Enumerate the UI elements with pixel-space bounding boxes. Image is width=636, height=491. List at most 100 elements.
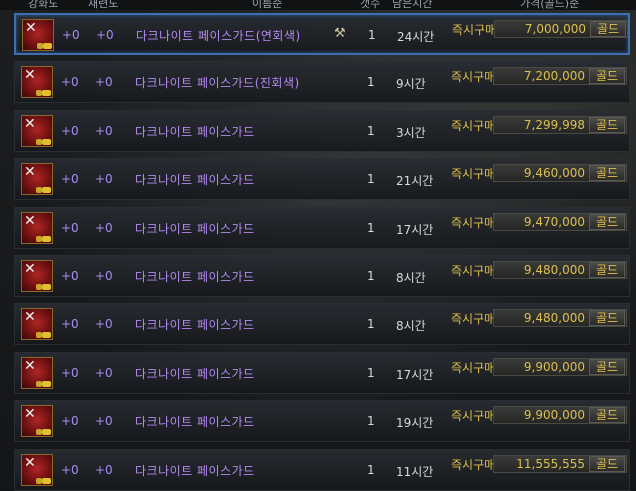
refine-level: +0 [95, 317, 113, 332]
item-price: 7,200,000 [523, 69, 585, 84]
item-quantity: 1 [367, 123, 375, 138]
instant-buy-button[interactable]: 즉시구매 [451, 262, 495, 279]
helmet-icon[interactable]: ✕ [21, 405, 53, 438]
gold-unit-label: 골드 [589, 213, 625, 230]
gold-unit-label: 골드 [589, 262, 625, 278]
helmet-icon[interactable]: ✕ [21, 114, 53, 147]
remaining-time: 11시간 [396, 464, 434, 479]
helmet-icon[interactable]: ✕ [21, 260, 53, 292]
item-price: 9,470,000 [523, 214, 585, 229]
refine-level: +0 [95, 269, 113, 283]
gem-icon [42, 90, 51, 97]
listing-row[interactable]: ✕ +0 +0 다크나이트 페이스가드 1 11시간 즉시구매 11,555,5… [14, 448, 630, 491]
gem-icon [42, 429, 51, 436]
instant-buy-button[interactable]: 즉시구매 [451, 214, 495, 231]
remaining-time: 9시간 [396, 77, 426, 92]
instant-buy-button[interactable]: 즉시구매 [451, 68, 495, 85]
item-name: 다크나이트 페이스가드 [135, 318, 255, 333]
item-name: 다크나이트 페이스가드(연회색) [136, 29, 301, 43]
item-quantity: 1 [367, 317, 375, 332]
refine-level: +0 [95, 75, 113, 90]
header-qty[interactable]: 갯수 [360, 0, 390, 9]
item-name: 다크나이트 페이스가드 [135, 124, 255, 139]
item-name: 다크나이트 페이스가드(진회색) [135, 76, 300, 91]
header-price[interactable]: 가격(골드)순 [520, 0, 620, 9]
cross-icon: ✕ [24, 454, 36, 471]
listing-row[interactable]: ✕ +0 +0 다크나이트 페이스가드 1 21시간 즉시구매 9,460,00… [14, 158, 630, 201]
listing-row[interactable]: ✕ +0 +0 다크나이트 페이스가드 1 17시간 즉시구매 9,900,00… [14, 351, 630, 394]
refine-level: +0 [96, 28, 114, 42]
cross-icon: ✕ [24, 261, 36, 277]
item-name: 다크나이트 페이스가드 [135, 270, 255, 284]
refine-level: +0 [95, 220, 113, 235]
listing-row[interactable]: ✕ +0 +0 다크나이트 페이스가드 1 8시간 즉시구매 9,480,000… [14, 303, 630, 346]
item-price: 9,460,000 [523, 166, 585, 181]
item-quantity: 1 [367, 365, 375, 380]
item-quantity: 1 [367, 172, 375, 187]
instant-buy-button[interactable]: 즉시구매 [451, 456, 495, 473]
instant-buy-button[interactable]: 즉시구매 [451, 407, 495, 424]
item-name: 다크나이트 페이스가드 [135, 221, 255, 236]
listing-row[interactable]: ✕ +0 +0 다크나이트 페이스가드 1 8시간 즉시구매 9,480,000… [14, 255, 630, 297]
item-price: 9,480,000 [523, 311, 585, 326]
helmet-icon[interactable]: ✕ [21, 453, 53, 486]
wrench-icon: ⚒ [334, 26, 346, 41]
upgrade-level: +0 [61, 414, 79, 429]
instant-buy-button[interactable]: 즉시구매 [452, 21, 496, 38]
helmet-icon[interactable]: ✕ [21, 163, 53, 196]
remaining-time: 3시간 [396, 125, 426, 140]
helmet-icon[interactable]: ✕ [21, 211, 53, 244]
gem-icon [42, 187, 51, 194]
instant-buy-button[interactable]: 즉시구매 [451, 310, 495, 327]
listing-row[interactable]: ✕ +0 +0 다크나이트 페이스가드 1 19시간 즉시구매 9,900,00… [14, 400, 630, 443]
helmet-icon[interactable]: ✕ [21, 308, 53, 341]
upgrade-level: +0 [61, 75, 79, 90]
gem-icon [42, 284, 51, 290]
item-quantity: 1 [367, 75, 375, 90]
cross-icon: ✕ [24, 67, 36, 84]
remaining-time: 21시간 [396, 174, 434, 189]
gold-unit-label: 골드 [589, 310, 625, 327]
instant-buy-button[interactable]: 즉시구매 [451, 359, 495, 376]
gem-icon [42, 380, 51, 387]
instant-buy-button[interactable]: 즉시구매 [451, 165, 495, 182]
item-price: 9,900,000 [523, 359, 585, 374]
cross-icon: ✕ [24, 164, 36, 181]
header-refine[interactable]: 재련도 [88, 0, 128, 9]
gold-unit-label: 골드 [589, 407, 625, 424]
header-upgrade[interactable]: 강화도 [28, 0, 72, 9]
remaining-time: 24시간 [397, 30, 435, 44]
listing-row[interactable]: ✕ +0 +0 다크나이트 페이스가드 1 3시간 즉시구매 7,299,998… [14, 109, 630, 152]
gold-unit-label: 골드 [589, 358, 625, 375]
upgrade-level: +0 [61, 462, 79, 477]
refine-level: +0 [95, 172, 113, 187]
gem-icon [42, 477, 51, 484]
helmet-icon[interactable]: ✕ [21, 66, 53, 99]
item-price: 7,000,000 [524, 22, 586, 36]
gem-icon [42, 138, 51, 145]
column-header: 강화도 재련도 이름순 갯수 남은시간 가격(골드)순 [0, 0, 636, 10]
gold-unit-label: 골드 [589, 455, 625, 472]
helmet-icon[interactable]: ✕ [21, 356, 53, 389]
listing-row[interactable]: ✕ +0 +0 다크나이트 페이스가드(연회색) ⚒ 1 24시간 즉시구매 7… [14, 13, 630, 55]
listing-row[interactable]: ✕ +0 +0 다크나이트 페이스가드 1 17시간 즉시구매 9,470,00… [14, 206, 630, 249]
upgrade-level: +0 [61, 317, 79, 332]
item-quantity: 1 [367, 269, 375, 283]
item-name: 다크나이트 페이스가드 [135, 415, 255, 430]
upgrade-level: +0 [61, 269, 79, 283]
cross-icon: ✕ [24, 309, 36, 326]
refine-level: +0 [95, 414, 113, 429]
remaining-time: 19시간 [396, 416, 434, 431]
header-name[interactable]: 이름순 [252, 0, 292, 9]
listing-row[interactable]: ✕ +0 +0 다크나이트 페이스가드(진회색) 1 9시간 즉시구매 7,20… [14, 61, 630, 104]
item-price: 9,900,000 [523, 408, 585, 423]
upgrade-level: +0 [61, 123, 79, 138]
cross-icon: ✕ [24, 406, 36, 423]
cross-icon: ✕ [25, 20, 37, 36]
remaining-time: 17시간 [396, 367, 434, 382]
header-time[interactable]: 남은시간 [392, 0, 444, 9]
instant-buy-button[interactable]: 즉시구매 [451, 117, 495, 134]
helmet-icon[interactable]: ✕ [22, 19, 54, 51]
item-name: 다크나이트 페이스가드 [135, 463, 255, 478]
cross-icon: ✕ [24, 115, 36, 132]
